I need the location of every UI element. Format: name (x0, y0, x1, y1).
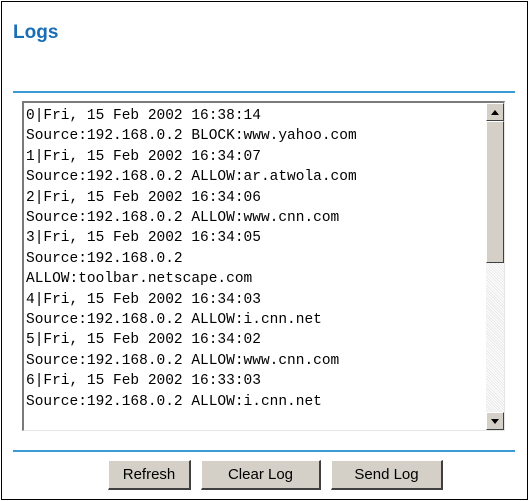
vertical-scrollbar[interactable] (486, 103, 504, 430)
log-line: Source:192.168.0.2 ALLOW:i.cnn.net (26, 393, 322, 410)
log-line: ALLOW:toolbar.netscape.com (26, 271, 253, 288)
log-line: 3|Fri, 15 Feb 2002 16:34:05 (26, 230, 261, 247)
log-line: 6|Fri, 15 Feb 2002 16:33:03 (26, 373, 261, 390)
log-line: 0|Fri, 15 Feb 2002 16:38:14 (26, 108, 261, 124)
log-line: Source:192.168.0.2 ALLOW:ar.atwola.com (26, 169, 357, 186)
clear-log-button[interactable]: Clear Log (201, 460, 321, 490)
log-line: Source:192.168.0.2 BLOCK:www.yahoo.com (26, 128, 357, 145)
log-line: Source:192.168.0.2 ALLOW:i.cnn.net (26, 312, 322, 329)
log-textarea[interactable]: 0|Fri, 15 Feb 2002 16:38:14 Source:192.16… (22, 101, 505, 431)
send-log-button[interactable]: Send Log (331, 460, 443, 490)
arrow-up-icon (491, 109, 499, 115)
log-line: 1|Fri, 15 Feb 2002 16:34:07 (26, 148, 261, 165)
log-line: Source:192.168.0.2 ALLOW:www.cnn.com (26, 352, 340, 369)
log-line: Source:192.168.0.2 ALLOW:www.cnn.com (26, 210, 340, 227)
log-line: Source:192.168.0.2 (26, 250, 183, 267)
arrow-down-icon (491, 418, 499, 424)
scrollbar-thumb[interactable] (486, 121, 504, 263)
page-title: Logs (13, 22, 59, 43)
log-line: 5|Fri, 15 Feb 2002 16:34:02 (26, 332, 261, 349)
log-line: 2|Fri, 15 Feb 2002 16:34:06 (26, 189, 261, 206)
log-content[interactable]: 0|Fri, 15 Feb 2002 16:38:14 Source:192.16… (26, 106, 481, 428)
scroll-down-button[interactable] (486, 412, 504, 430)
refresh-button[interactable]: Refresh (108, 460, 191, 490)
log-line: 4|Fri, 15 Feb 2002 16:34:03 (26, 291, 261, 308)
top-divider (13, 91, 515, 93)
logs-panel: Logs 0|Fri, 15 Feb 2002 16:38:14 Source:1… (1, 1, 528, 500)
bottom-divider (13, 450, 515, 452)
scroll-up-button[interactable] (486, 103, 504, 121)
